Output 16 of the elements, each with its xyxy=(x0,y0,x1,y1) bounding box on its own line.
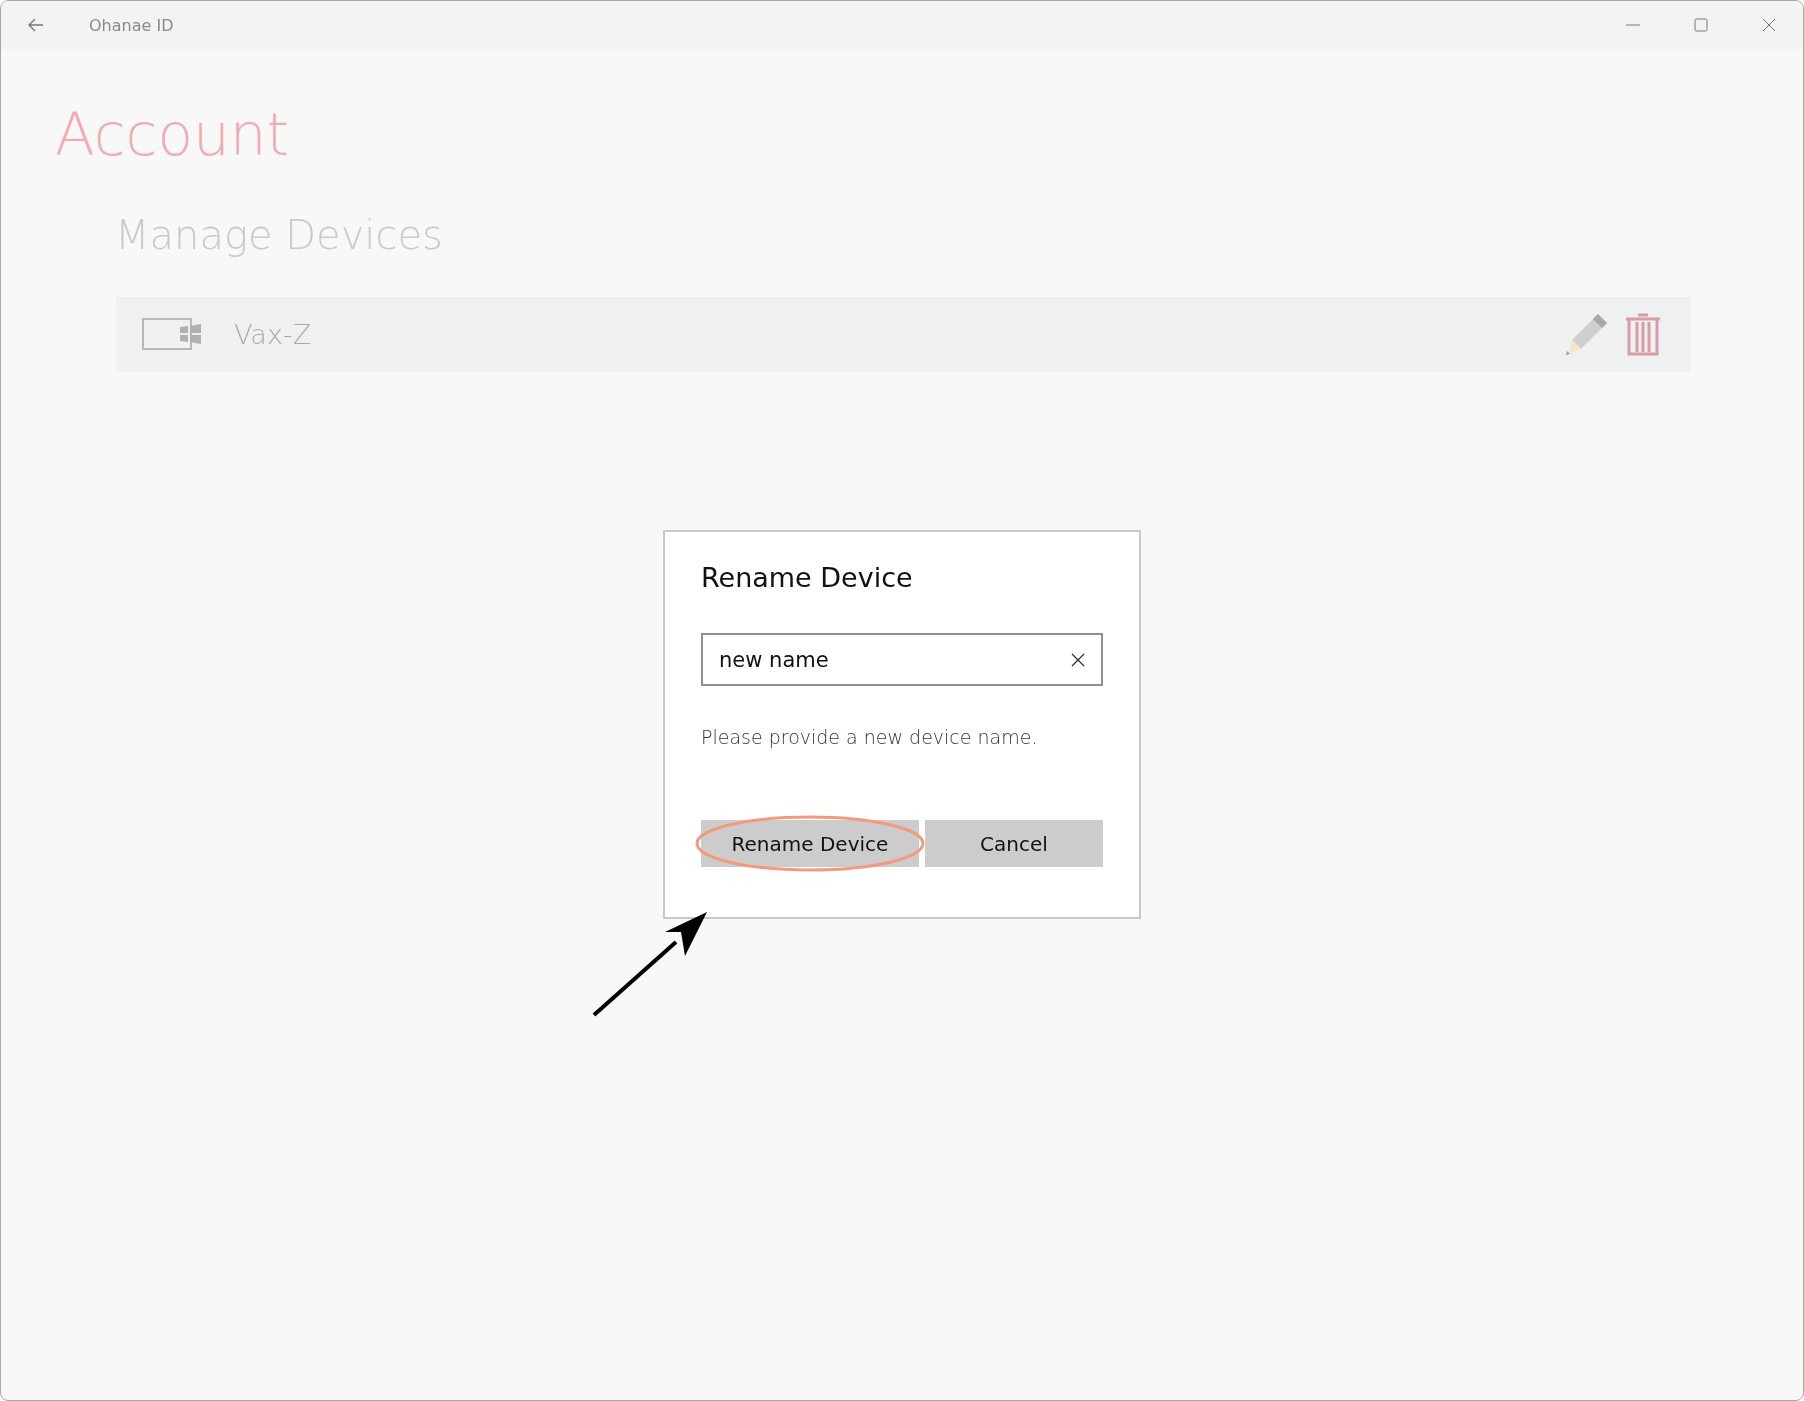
dialog-title: Rename Device xyxy=(701,562,914,593)
device-name: Vax-Z xyxy=(234,318,313,350)
device-name-field[interactable]: new name xyxy=(701,633,1103,686)
window-title: Ohanae ID xyxy=(89,15,174,35)
pencil-icon xyxy=(1564,311,1610,358)
trash-icon xyxy=(1625,312,1661,357)
cancel-button[interactable]: Cancel xyxy=(924,820,1103,867)
clear-icon xyxy=(1071,653,1085,667)
back-arrow-icon xyxy=(28,18,44,32)
close-icon xyxy=(1762,18,1776,32)
windows-device-icon xyxy=(142,318,204,351)
maximize-icon xyxy=(1694,18,1708,32)
page-title: Account xyxy=(55,101,291,171)
minimize-icon xyxy=(1626,24,1640,26)
dialog-message: Please provide a new device name. xyxy=(701,726,1039,748)
confirm-button[interactable]: Rename Device xyxy=(701,820,919,867)
